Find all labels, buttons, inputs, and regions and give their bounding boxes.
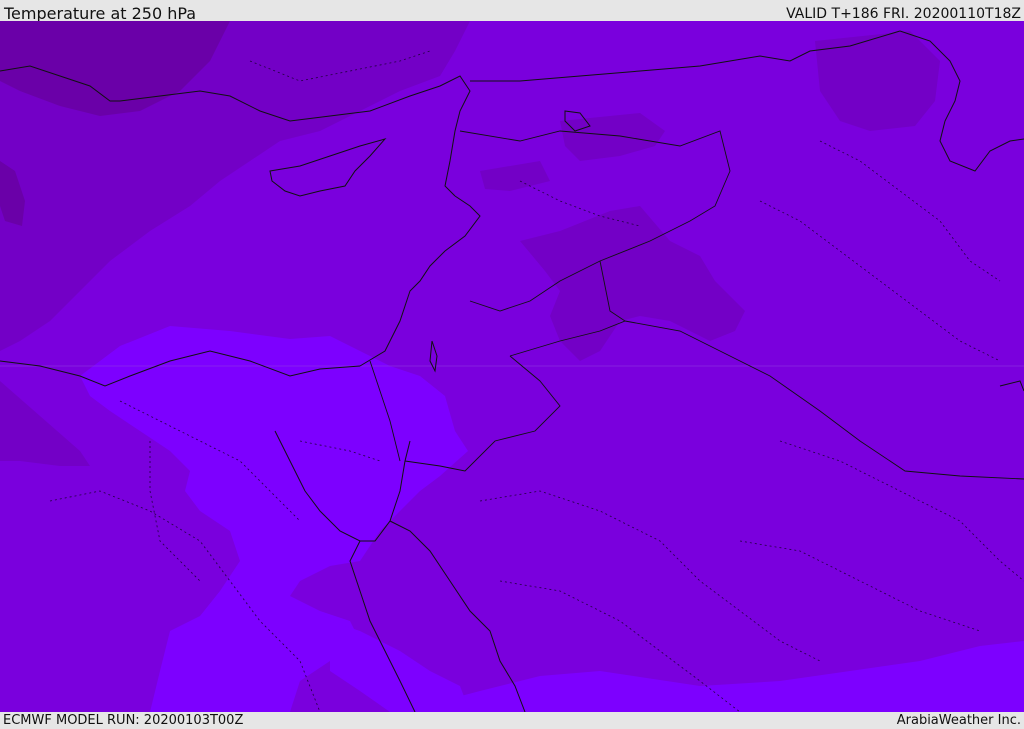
- header-bar: Temperature at 250 hPa VALID T+186 FRI. …: [0, 0, 1024, 23]
- credit-label: ArabiaWeather Inc.: [896, 713, 1021, 728]
- model-run-label: ECMWF MODEL RUN: 20200103T00Z: [3, 713, 244, 728]
- map-canvas: [0, 21, 1024, 712]
- temperature-map[interactable]: [0, 21, 1024, 712]
- footer-bar: ECMWF MODEL RUN: 20200103T00Z ArabiaWeat…: [0, 712, 1024, 729]
